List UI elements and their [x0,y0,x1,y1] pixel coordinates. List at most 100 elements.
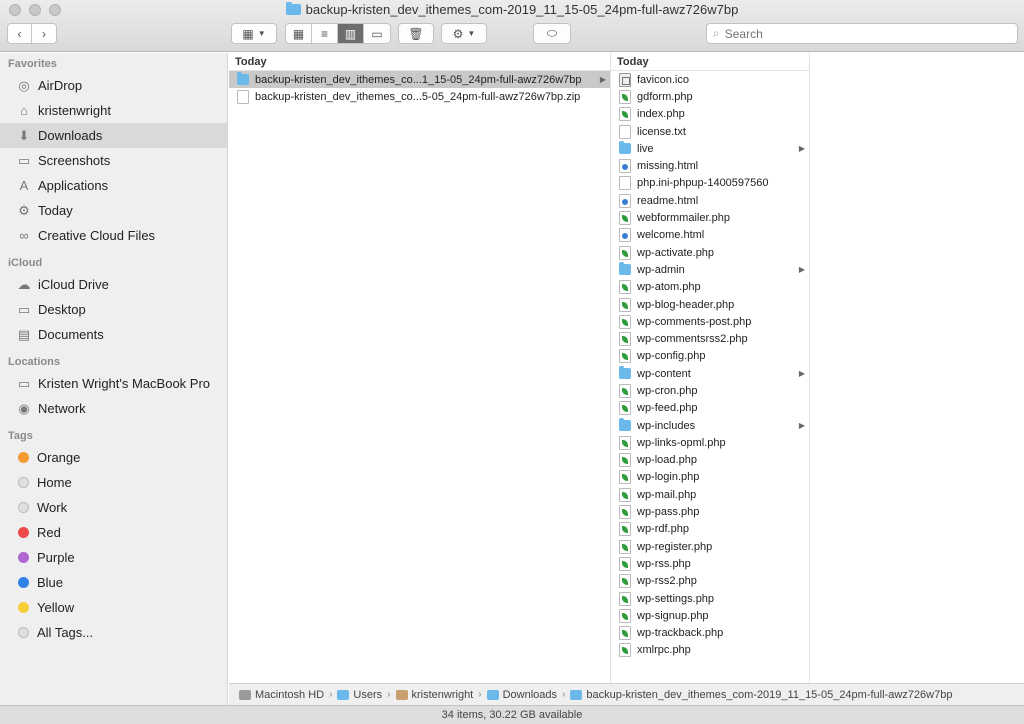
file-row[interactable]: backup-kristen_dev_ithemes_co...5-05_24p… [229,88,610,105]
file-row[interactable]: wp-login.php [611,469,809,486]
file-name: wp-rss2.php [637,575,697,588]
hard-drive-icon [239,689,251,700]
file-row[interactable]: wp-signup.php [611,607,809,624]
sidebar-item-downloads[interactable]: ⬇ Downloads [0,123,227,148]
sidebar-tag-yellow[interactable]: Yellow [0,595,227,620]
sidebar-tag-orange[interactable]: Orange [0,445,227,470]
file-name: wp-rss.php [637,557,691,570]
file-row[interactable]: wp-links-opml.php [611,434,809,451]
php-file-icon [619,608,631,623]
file-row[interactable]: wp-rss2.php [611,573,809,590]
tag-color-dot-icon [18,502,29,513]
file-row[interactable]: gdform.php [611,88,809,105]
file-row[interactable]: welcome.html [611,227,809,244]
group-by-button[interactable]: ▦ ▼ [231,23,277,44]
column-view-button[interactable]: ▥ [338,24,364,43]
tag-color-dot-icon [18,602,29,613]
file-row[interactable]: wp-admin ▶ [611,261,809,278]
file-row[interactable]: readme.html [611,192,809,209]
sidebar-item-label: Screenshots [38,153,111,168]
php-file-icon [619,522,631,537]
php-file-icon [619,401,631,416]
sidebar-item-documents[interactable]: ▤ Documents [0,322,227,347]
php-file-icon [619,505,631,520]
gallery-view-button[interactable]: ▭ [364,24,390,43]
file-row[interactable]: wp-rss.php [611,555,809,572]
file-row[interactable]: missing.html [611,157,809,174]
search-field[interactable]: ⌕ [706,23,1018,44]
sidebar-tag-purple[interactable]: Purple [0,545,227,570]
file-name: wp-load.php [637,454,697,467]
back-button[interactable]: ‹ [8,24,33,43]
file-row[interactable]: php.ini-phpup-1400597560 [611,175,809,192]
php-file-icon [619,626,631,641]
file-row[interactable]: favicon.ico [611,71,809,88]
php-file-icon [619,89,631,104]
path-segment[interactable]: Users [337,689,382,701]
file-row[interactable]: wp-commentsrss2.php [611,330,809,347]
path-segment[interactable]: Macintosh HD [239,689,324,701]
sidebar-item-icloud-drive[interactable]: ☁ iCloud Drive [0,272,227,297]
php-file-icon [619,591,631,606]
path-segment[interactable]: Downloads [486,689,557,701]
sidebar-item-today[interactable]: ⚙ Today [0,198,227,223]
file-row[interactable]: wp-cron.php [611,382,809,399]
sidebar-item-screenshots[interactable]: ▭ Screenshots [0,148,227,173]
file-row[interactable]: wp-pass.php [611,503,809,520]
sidebar-item-creative-cloud-files[interactable]: ∞ Creative Cloud Files [0,223,227,248]
file-row[interactable]: index.php [611,106,809,123]
path-segment[interactable]: backup-kristen_dev_ithemes_com-2019_11_1… [570,689,952,701]
forward-button[interactable]: › [32,24,56,43]
file-name: wp-admin [637,263,685,276]
sidebar-tag-red[interactable]: Red [0,520,227,545]
file-row[interactable]: wp-load.php [611,452,809,469]
path-segment[interactable]: kristenwright [395,689,473,701]
file-row[interactable]: wp-blog-header.php [611,296,809,313]
tag-color-dot-icon [18,527,29,538]
file-row[interactable]: wp-rdf.php [611,521,809,538]
file-row[interactable]: xmlrpc.php [611,642,809,659]
file-row[interactable]: wp-trackback.php [611,625,809,642]
file-row[interactable]: wp-mail.php [611,486,809,503]
sidebar-item-label: Documents [38,327,104,342]
file-row[interactable]: wp-feed.php [611,400,809,417]
file-row[interactable]: wp-comments-post.php [611,313,809,330]
file-row[interactable]: wp-register.php [611,538,809,555]
sidebar-item-kristenwright[interactable]: ⌂ kristenwright [0,98,227,123]
file-row[interactable]: wp-includes ▶ [611,417,809,434]
search-input[interactable] [724,26,995,41]
sidebar-item-airdrop[interactable]: ◎ AirDrop [0,73,227,98]
path-segment-label: Macintosh HD [255,688,325,701]
file-row[interactable]: wp-config.php [611,348,809,365]
file-row[interactable]: license.txt [611,123,809,140]
chevron-left-icon: ‹ [17,26,22,41]
sidebar-tag-blue[interactable]: Blue [0,570,227,595]
action-menu-button[interactable]: ⚙ ▼ [441,23,487,44]
folder-icon [619,262,631,276]
sidebar-item-kristen-wright-s-macbook-pro[interactable]: ▭ Kristen Wright's MacBook Pro [0,371,227,396]
sidebar-tag-home[interactable]: Home [0,470,227,495]
file-row[interactable]: wp-settings.php [611,590,809,607]
file-row[interactable]: wp-activate.php [611,244,809,261]
sidebar-tag-label: Red [37,525,61,540]
trash-button[interactable]: 🗑 [398,23,434,44]
sidebar-item-desktop[interactable]: ▭ Desktop [0,297,227,322]
edit-tags-button[interactable]: ⬭ [533,23,571,44]
file-row[interactable]: wp-atom.php [611,279,809,296]
sidebar-item-network[interactable]: ◉ Network [0,396,227,421]
file-row[interactable]: backup-kristen_dev_ithemes_co...1_15-05_… [229,71,610,89]
path-separator-icon: › [478,689,482,700]
sidebar-item-applications[interactable]: A Applications [0,173,227,198]
sidebar-tag-work[interactable]: Work [0,495,227,520]
grid-icon: ▦ [242,26,254,41]
icon-view-button[interactable]: ▦ [286,24,312,43]
search-icon: ⌕ [713,26,720,40]
file-row[interactable]: webformmailer.php [611,209,809,226]
file-row[interactable]: wp-content ▶ [611,365,809,382]
chevron-right-icon: › [42,26,47,41]
tag-color-dot-icon [18,577,29,588]
sidebar-tag-label: All Tags... [37,625,94,640]
sidebar-tag-all-tags[interactable]: All Tags... [0,620,227,645]
list-view-button[interactable]: ≡ [312,24,338,43]
file-row[interactable]: live ▶ [611,140,809,157]
